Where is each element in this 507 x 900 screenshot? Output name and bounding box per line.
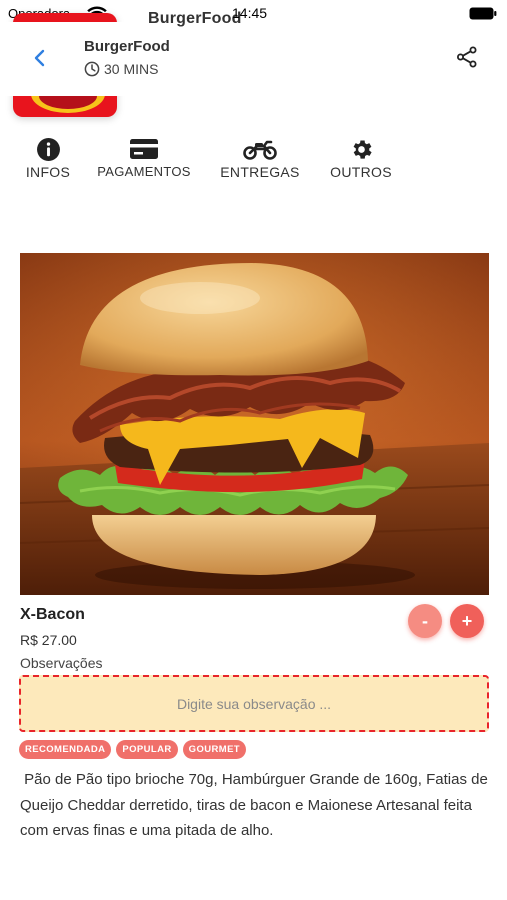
tag-badge: RECOMENDADA xyxy=(19,740,112,759)
tab-label: ENTREGAS xyxy=(220,164,300,180)
product-price: R$ 27.00 xyxy=(20,632,77,648)
product-tags: RECOMENDADA POPULAR GOURMET xyxy=(19,740,247,759)
tag-badge: POPULAR xyxy=(116,740,178,759)
tab-infos[interactable]: INFOS xyxy=(22,136,74,180)
increase-quantity-button[interactable]: + xyxy=(450,604,484,638)
delivery-time-label: 30 MINS xyxy=(104,61,159,77)
credit-card-icon xyxy=(130,139,158,159)
tab-entregas[interactable]: ENTREGAS xyxy=(218,136,302,180)
decrease-quantity-button[interactable]: - xyxy=(408,604,442,638)
tab-label: INFOS xyxy=(25,164,71,180)
share-icon[interactable] xyxy=(454,44,480,70)
tag-badge: GOURMET xyxy=(182,740,247,759)
restaurant-name: BurgerFood xyxy=(84,38,170,55)
observation-field[interactable] xyxy=(19,675,489,732)
delivery-time: 30 MINS xyxy=(84,61,158,77)
header: BurgerFood 30 MINS xyxy=(0,22,507,96)
product-name: X-Bacon xyxy=(20,606,85,623)
product-image xyxy=(20,253,489,595)
back-arrow-icon[interactable] xyxy=(26,44,54,72)
tab-label: PAGAMENTOS xyxy=(97,164,191,179)
observations-label: Observações xyxy=(20,655,103,671)
product-description: Pão de Pão tipo brioche 70g, Hambúrguer … xyxy=(20,771,492,839)
observation-input[interactable] xyxy=(21,677,487,730)
gear-icon xyxy=(353,139,372,159)
clock-icon xyxy=(84,61,100,77)
tab-label: OUTROS xyxy=(330,164,392,180)
info-tabs: INFOS PAGAMENTOS ENTREGAS OUTROS xyxy=(0,136,507,186)
tab-pagamentos[interactable]: PAGAMENTOS xyxy=(92,136,196,179)
info-circle-icon xyxy=(36,137,60,161)
motorcycle-icon xyxy=(243,140,277,160)
tab-outros[interactable]: OUTROS xyxy=(326,136,396,180)
